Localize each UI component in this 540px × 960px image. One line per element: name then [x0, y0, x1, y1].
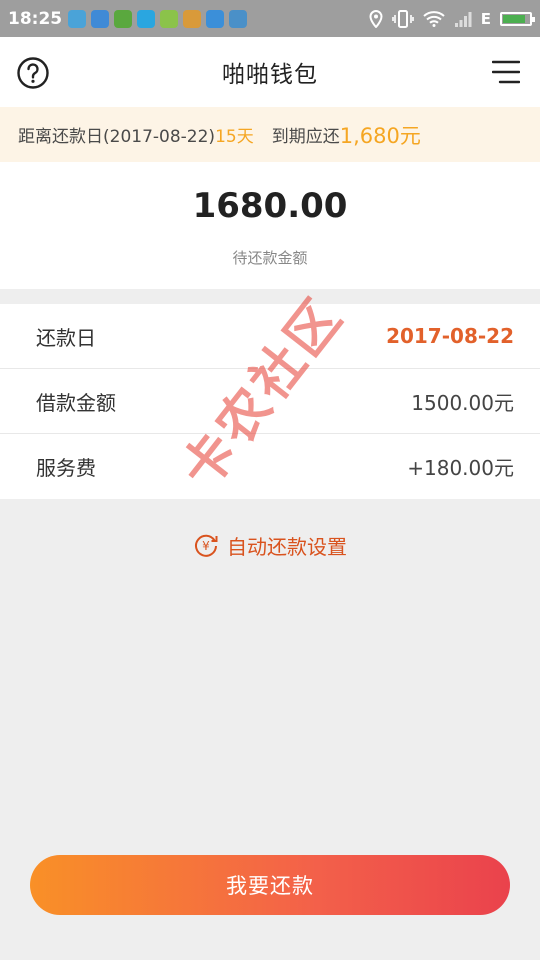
service-fee-value: +180.00元 — [407, 456, 514, 480]
pending-amount-label: 待还款金额 — [232, 249, 308, 267]
battery-icon — [500, 11, 535, 26]
amount-panel: 1680.00 待还款金额 — [0, 162, 540, 289]
status-time: 18:25 — [8, 8, 63, 29]
vibrate-icon — [391, 9, 414, 28]
notification-icons — [68, 9, 248, 28]
status-bar: 18:25 E — [0, 0, 540, 37]
loan-amount-value: 1500.00元 — [411, 390, 514, 415]
notice-due-amount: 1,680元 — [339, 123, 421, 148]
system-icons: E — [369, 9, 535, 28]
due-date-label: 还款日 — [36, 325, 96, 350]
browser-app-icon — [114, 9, 133, 28]
detail-row-due-date: 还款日 2017-08-22 — [0, 304, 540, 369]
notice-days: 15天 — [215, 127, 254, 147]
notice-prefix: 距离还款日(2017-08-22) — [18, 127, 216, 147]
due-date-value: 2017-08-22 — [386, 324, 514, 348]
service-fee-label: 服务费 — [36, 456, 96, 480]
page-title: 啪啪钱包 — [222, 62, 318, 88]
loan-details: 还款日 2017-08-22 借款金额 1500.00元 服务费 +180.00… — [0, 304, 540, 499]
notice-due-label: 到期应还 — [271, 127, 340, 147]
gallery-app-icon — [206, 9, 225, 28]
weather-app-icon — [183, 9, 202, 28]
auto-repay-label: 自动还款设置 — [227, 534, 347, 559]
pending-amount: 1680.00 — [192, 186, 348, 226]
auto-repay-settings-link[interactable]: ¥ 自动还款设置 — [0, 530, 540, 560]
loan-amount-label: 借款金额 — [36, 390, 116, 415]
help-icon[interactable] — [16, 56, 50, 90]
app-header: 啪啪钱包 — [0, 37, 540, 107]
detail-row-loan-amount: 借款金额 1500.00元 — [0, 369, 540, 434]
battery-level — [503, 14, 525, 23]
wifi-icon — [423, 10, 445, 27]
auto-repay-icon: ¥ — [195, 534, 218, 557]
network-type: E — [480, 9, 491, 28]
location-icon — [369, 9, 383, 28]
signal-icon — [454, 11, 472, 27]
detail-row-service-fee: 服务费 +180.00元 — [0, 434, 540, 499]
wechat-app-icon — [91, 9, 110, 28]
menu-icon[interactable] — [492, 59, 520, 85]
svg-text:¥: ¥ — [202, 539, 210, 553]
screen: 18:25 E 啪啪钱包 距离还款日(2017-08-22) 15天 到期应还 … — [0, 0, 540, 960]
repay-button[interactable]: 我要还款 — [30, 855, 510, 915]
headphone-app-icon — [68, 9, 87, 28]
game-app-icon — [160, 9, 179, 28]
alipay-app-icon — [137, 9, 156, 28]
repayment-notice: 距离还款日(2017-08-22) 15天 到期应还 1,680元 — [0, 107, 540, 162]
usb-app-icon — [229, 9, 248, 28]
